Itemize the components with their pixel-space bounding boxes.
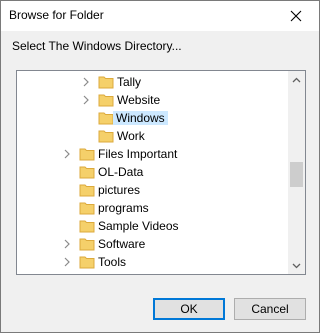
- scroll-up-arrow-icon: [292, 77, 301, 82]
- folder-icon: [98, 112, 114, 125]
- scroll-down-arrow-icon: [292, 263, 301, 268]
- folder-icon: [98, 76, 114, 89]
- folder-icon: [79, 256, 95, 269]
- scroll-down-button[interactable]: [288, 257, 305, 274]
- chevron-right-icon[interactable]: [81, 77, 91, 87]
- tree-item-label: programs: [98, 201, 149, 215]
- tree-item-label: Sample Videos: [98, 219, 179, 233]
- tree-item-files-important[interactable]: Files Important: [17, 145, 289, 163]
- folder-icon: [79, 184, 95, 197]
- scrollbar-thumb[interactable]: [290, 162, 303, 187]
- tree-item-ol-data[interactable]: OL-Data: [17, 163, 289, 181]
- tree-item-label: Files Important: [98, 147, 178, 161]
- ok-button[interactable]: OK: [153, 298, 225, 320]
- tree-item-tally[interactable]: Tally: [17, 73, 289, 91]
- tree-item-label: Software: [98, 237, 146, 251]
- folder-icon: [79, 220, 95, 233]
- folder-icon: [98, 94, 114, 107]
- browse-for-folder-dialog: Browse for Folder Select The Windows Dir…: [0, 0, 320, 333]
- tree-item-label-selected: Windows: [113, 111, 168, 125]
- tree-item-programs[interactable]: programs: [17, 199, 289, 217]
- tree-item-label: OL-Data: [98, 165, 144, 179]
- tree-item-label: Website: [117, 93, 161, 107]
- folder-icon: [79, 148, 95, 161]
- tree-item-label: Tools: [98, 255, 127, 269]
- tree-item-work[interactable]: Work: [17, 127, 289, 145]
- dialog-prompt: Select The Windows Directory...: [12, 39, 182, 53]
- folder-icon: [79, 238, 95, 251]
- tree-item-software[interactable]: Software: [17, 235, 289, 253]
- cancel-button[interactable]: Cancel: [234, 298, 306, 320]
- folder-icon: [79, 166, 95, 179]
- folder-icon: [98, 130, 114, 143]
- tree-item-sample-videos[interactable]: Sample Videos: [17, 217, 289, 235]
- scroll-up-button[interactable]: [288, 71, 305, 88]
- chevron-right-icon[interactable]: [62, 149, 72, 159]
- close-icon: [290, 10, 302, 22]
- chevron-right-icon[interactable]: [81, 95, 91, 105]
- tree-item-label: Tally: [117, 75, 142, 89]
- window-title: Browse for Folder: [9, 8, 104, 22]
- tree-item-label: pictures: [98, 183, 141, 197]
- tree-item-tools[interactable]: Tools: [17, 253, 289, 271]
- tree-item-pictures[interactable]: pictures: [17, 181, 289, 199]
- chevron-right-icon[interactable]: [62, 239, 72, 249]
- close-button[interactable]: [273, 1, 319, 31]
- tree-item-website[interactable]: Website: [17, 91, 289, 109]
- title-bar[interactable]: Browse for Folder: [1, 1, 319, 31]
- tree-item-windows[interactable]: Windows: [17, 109, 289, 127]
- folder-tree[interactable]: Tally Website Windows Work Files Importa…: [16, 70, 306, 275]
- folder-icon: [79, 202, 95, 215]
- vertical-scrollbar[interactable]: [288, 71, 305, 274]
- chevron-right-icon[interactable]: [62, 257, 72, 267]
- tree-item-label: Work: [117, 129, 145, 143]
